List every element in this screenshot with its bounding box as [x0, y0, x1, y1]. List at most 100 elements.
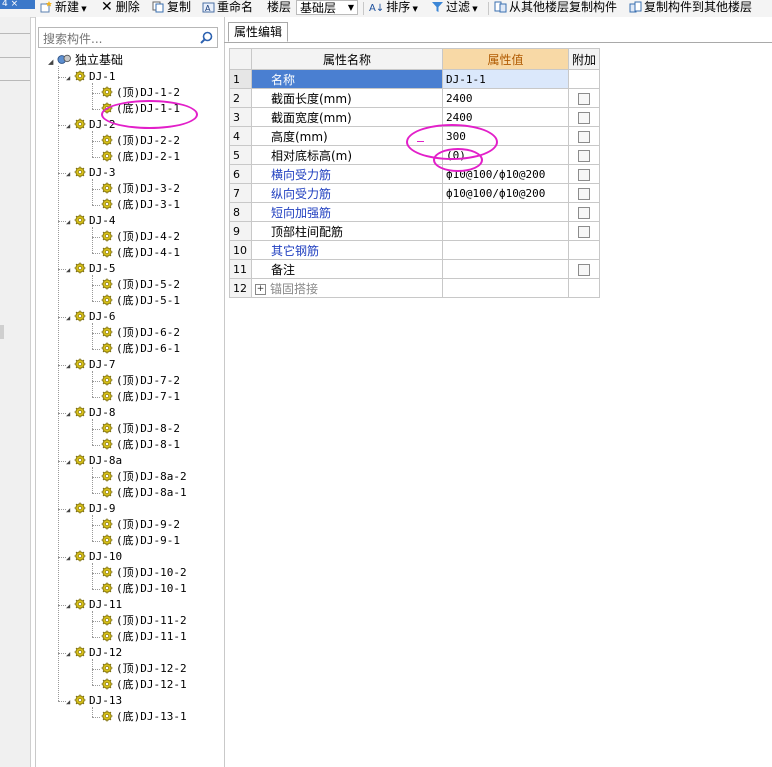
extra-checkbox[interactable] — [578, 206, 590, 219]
property-name-cell[interactable]: 横向受力筋 — [251, 164, 443, 184]
tree-group-node[interactable]: ◢ DJ-5 — [66, 261, 116, 277]
tree-group-node[interactable]: ◢ DJ-7 — [66, 357, 116, 373]
tree-child-node[interactable]: (底)DJ-10-1 — [101, 581, 187, 597]
property-value-cell[interactable] — [442, 259, 569, 279]
tree-child-node[interactable]: (顶)DJ-1-2 — [101, 85, 180, 101]
tree-root-node[interactable]: ◢ 独立基础 — [48, 52, 123, 68]
tree-child-node[interactable]: (顶)DJ-8-2 — [101, 421, 180, 437]
property-name-cell[interactable]: + 锚固搭接 — [251, 278, 443, 298]
strip-handle[interactable] — [0, 325, 4, 339]
tree-child-node[interactable]: (顶)DJ-10-2 — [101, 565, 187, 581]
tree-child-node[interactable]: (底)DJ-11-1 — [101, 629, 187, 645]
grid-row[interactable]: 7 纵向受力筋 ф10@100/ф10@200 — [229, 183, 600, 203]
property-name-cell[interactable]: 顶部柱间配筋 — [251, 221, 443, 241]
tree-child-node[interactable]: (顶)DJ-9-2 — [101, 517, 180, 533]
panel-pin-tab[interactable]: 4 × — [0, 0, 35, 9]
expander-icon[interactable]: ◢ — [66, 118, 74, 134]
extra-checkbox[interactable] — [578, 187, 590, 200]
tree-child-node[interactable]: (底)DJ-1-1 — [101, 101, 180, 117]
grid-row[interactable]: 11 备注 — [229, 259, 600, 279]
expander-icon[interactable]: ◢ — [66, 406, 74, 422]
expander-icon[interactable]: ◢ — [66, 310, 74, 326]
tree-group-node[interactable]: ◢ DJ-6 — [66, 309, 116, 325]
extra-checkbox[interactable] — [578, 168, 590, 181]
copy-button[interactable]: 复制 — [152, 0, 191, 17]
extra-header[interactable]: 附加 — [568, 48, 600, 70]
tree-child-node[interactable]: (底)DJ-9-1 — [101, 533, 180, 549]
tree-group-node[interactable]: ◢ DJ-4 — [66, 213, 116, 229]
extra-checkbox[interactable] — [578, 263, 590, 276]
property-value-cell[interactable]: 300 — [442, 126, 569, 146]
tree-group-node[interactable]: ◢ DJ-13 — [66, 693, 122, 709]
expander-icon[interactable]: ◢ — [66, 358, 74, 374]
sort-button[interactable]: A↓ 排序 ▼ — [369, 0, 418, 17]
property-name-cell[interactable]: 截面宽度(mm) — [251, 107, 443, 127]
new-button[interactable]: 新建 ▼ — [40, 0, 87, 17]
tree-group-node[interactable]: ◢ DJ-10 — [66, 549, 122, 565]
tree-group-node[interactable]: ◢ DJ-9 — [66, 501, 116, 517]
expander-icon[interactable]: ◢ — [66, 166, 74, 182]
grid-row[interactable]: 9 顶部柱间配筋 — [229, 221, 600, 241]
property-value-cell[interactable]: ф10@100/ф10@200 — [442, 164, 569, 184]
property-value-cell[interactable]: (0) — [442, 145, 569, 165]
tree-child-node[interactable]: (底)DJ-13-1 — [101, 709, 187, 725]
tree-child-node[interactable]: (底)DJ-7-1 — [101, 389, 180, 405]
tree-child-node[interactable]: (底)DJ-3-1 — [101, 197, 180, 213]
tree-group-node[interactable]: ◢ DJ-2 — [66, 117, 116, 133]
tree-group-node[interactable]: ◢ DJ-8a — [66, 453, 122, 469]
copy-from-floor-button[interactable]: 从其他楼层复制构件 — [494, 0, 617, 17]
property-value-cell[interactable] — [442, 240, 569, 260]
property-name-cell[interactable]: 纵向受力筋 — [251, 183, 443, 203]
tree-child-node[interactable]: (顶)DJ-12-2 — [101, 661, 187, 677]
copy-to-floor-button[interactable]: 复制构件到其他楼层 — [629, 0, 752, 17]
extra-checkbox[interactable] — [578, 225, 590, 238]
tree-group-node[interactable]: ◢ DJ-1 — [66, 69, 116, 85]
expander-icon[interactable]: ◢ — [66, 214, 74, 230]
grid-row[interactable]: 1 名称 DJ-1-1 — [229, 69, 600, 89]
tree-child-node[interactable]: (顶)DJ-8a-2 — [101, 469, 187, 485]
expander-icon[interactable]: ◢ — [48, 54, 56, 70]
extra-cell[interactable] — [568, 221, 600, 241]
tree-group-node[interactable]: ◢ DJ-11 — [66, 597, 122, 613]
extra-checkbox[interactable] — [578, 130, 590, 143]
tree-group-node[interactable]: ◢ DJ-12 — [66, 645, 122, 661]
tree-group-node[interactable]: ◢ DJ-8 — [66, 405, 116, 421]
property-value-cell[interactable] — [442, 202, 569, 222]
property-value-cell[interactable]: 2400 — [442, 88, 569, 108]
tree-child-node[interactable]: (底)DJ-5-1 — [101, 293, 180, 309]
property-name-header[interactable]: 属性名称 — [251, 48, 443, 70]
expander-icon[interactable]: ◢ — [66, 598, 74, 614]
grid-row[interactable]: 10 其它钢筋 — [229, 240, 600, 260]
tree-child-node[interactable]: (顶)DJ-7-2 — [101, 373, 180, 389]
tree-group-node[interactable]: ◢ DJ-3 — [66, 165, 116, 181]
extra-cell[interactable] — [568, 107, 600, 127]
search-input[interactable] — [41, 29, 195, 48]
extra-cell[interactable] — [568, 88, 600, 108]
expander-icon[interactable]: ◢ — [66, 262, 74, 278]
floor-select[interactable]: 基础层 ▼ — [296, 0, 358, 15]
search-box[interactable] — [38, 27, 218, 48]
grid-row[interactable]: 3 截面宽度(mm) 2400 — [229, 107, 600, 127]
property-name-cell[interactable]: 截面长度(mm) — [251, 88, 443, 108]
grid-row[interactable]: 5 相对底标高(m) (0) — [229, 145, 600, 165]
expander-icon[interactable]: ◢ — [66, 70, 74, 86]
tree-child-node[interactable]: (顶)DJ-2-2 — [101, 133, 180, 149]
expander-icon[interactable]: ◢ — [66, 550, 74, 566]
extra-cell[interactable] — [568, 202, 600, 222]
extra-cell[interactable] — [568, 259, 600, 279]
tree-child-node[interactable]: (底)DJ-12-1 — [101, 677, 187, 693]
tree-child-node[interactable]: (底)DJ-8-1 — [101, 437, 180, 453]
tree-child-node[interactable]: (顶)DJ-6-2 — [101, 325, 180, 341]
expand-plus-icon[interactable]: + — [255, 283, 266, 295]
property-value-cell[interactable]: ф10@100/ф10@200 — [442, 183, 569, 203]
tree-child-node[interactable]: (顶)DJ-4-2 — [101, 229, 180, 245]
property-name-cell[interactable]: 相对底标高(m) — [251, 145, 443, 165]
grid-row[interactable]: 4 高度(mm) 300 — [229, 126, 600, 146]
property-name-cell[interactable]: 名称 — [251, 69, 443, 89]
extra-cell[interactable] — [568, 145, 600, 165]
tree-child-node[interactable]: (底)DJ-8a-1 — [101, 485, 187, 501]
filter-button[interactable]: 过滤 ▼ — [431, 0, 478, 17]
tree-child-node[interactable]: (底)DJ-2-1 — [101, 149, 180, 165]
extra-cell[interactable] — [568, 183, 600, 203]
expander-icon[interactable]: ◢ — [66, 502, 74, 518]
